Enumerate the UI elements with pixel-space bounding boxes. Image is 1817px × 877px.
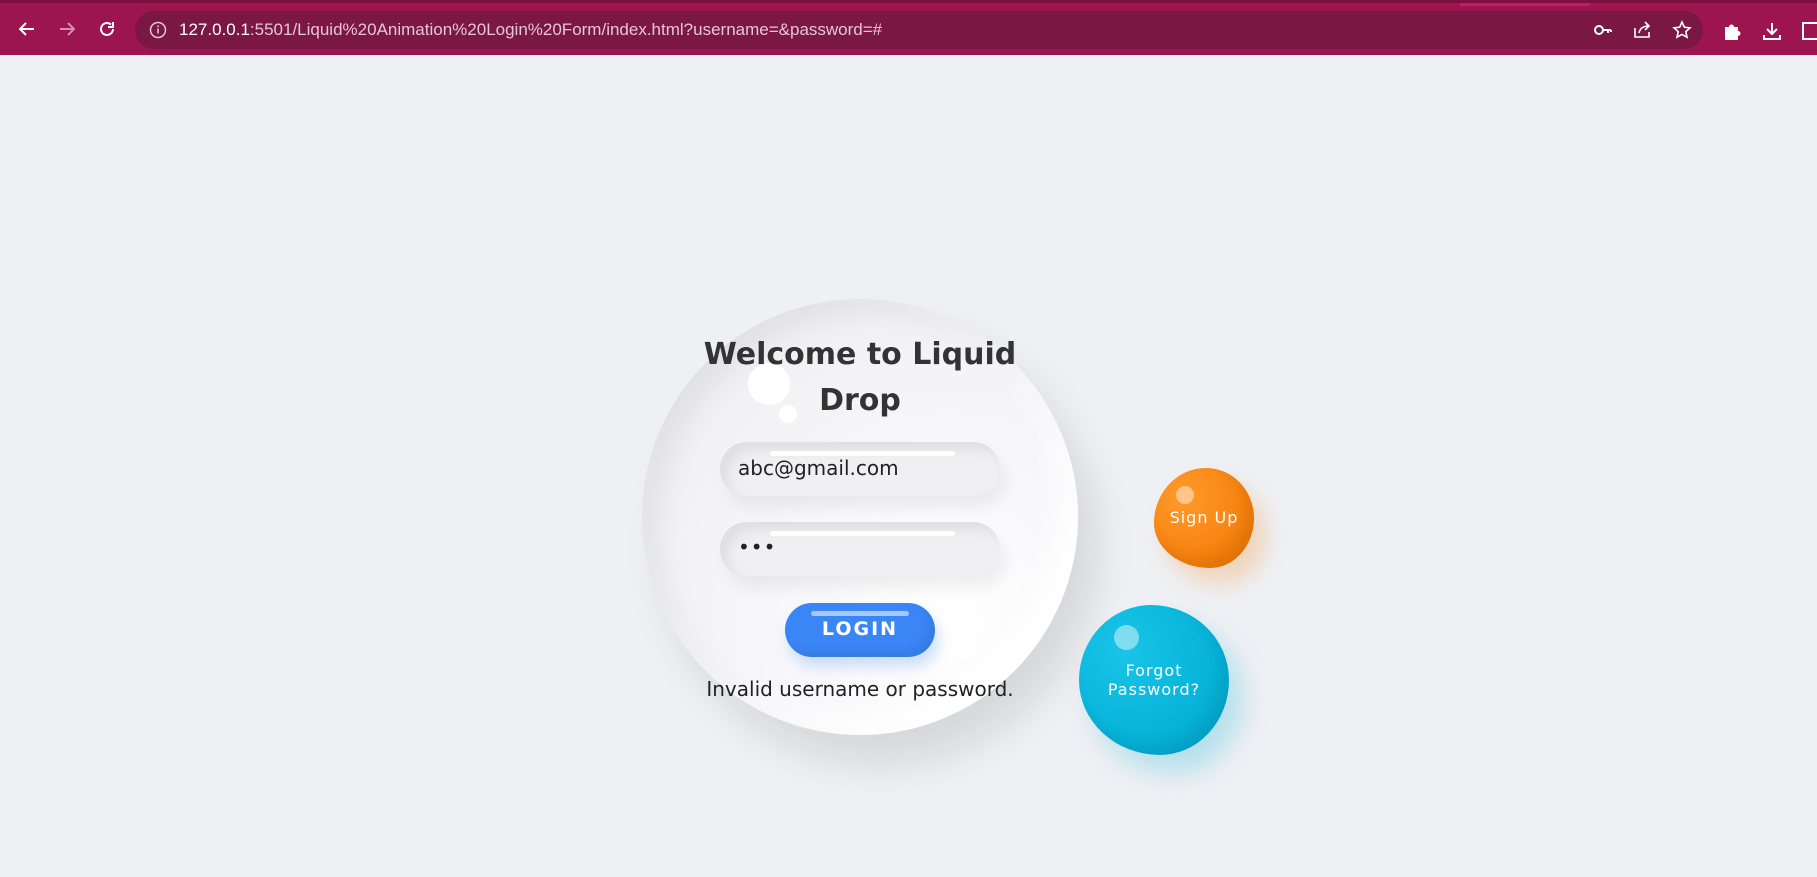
- url-path: :5501/Liquid%20Animation%20Login%20Form/…: [249, 20, 883, 39]
- browser-toolbar: 127.0.0.1:5501/Liquid%20Animation%20Logi…: [0, 0, 1817, 55]
- address-bar[interactable]: 127.0.0.1:5501/Liquid%20Animation%20Logi…: [135, 11, 1703, 49]
- password-field[interactable]: •••: [720, 522, 1000, 576]
- arrow-right-icon: [60, 22, 76, 36]
- arrow-left-icon: [18, 22, 34, 36]
- puzzle-icon[interactable]: [1721, 20, 1743, 42]
- field-highlight: [770, 531, 955, 536]
- page-title: Welcome to Liquid Drop: [703, 337, 1017, 418]
- signup-label: Sign Up: [1169, 508, 1239, 527]
- signup-button[interactable]: Sign Up: [1154, 468, 1254, 568]
- download-icon[interactable]: [1761, 20, 1783, 42]
- info-icon[interactable]: [149, 21, 167, 39]
- url-text[interactable]: 127.0.0.1:5501/Liquid%20Animation%20Logi…: [179, 20, 882, 40]
- forgot-label-line2: Password?: [1107, 680, 1201, 699]
- login-button[interactable]: LOGIN: [785, 603, 935, 657]
- key-icon[interactable]: [1593, 20, 1613, 40]
- blob-highlight: [1114, 625, 1139, 650]
- password-value: •••: [738, 535, 777, 559]
- username-field[interactable]: abc@gmail.com: [720, 442, 1000, 496]
- reload-button[interactable]: [95, 17, 119, 41]
- star-icon[interactable]: [1672, 20, 1692, 40]
- forward-button[interactable]: [55, 17, 79, 41]
- error-message: Invalid username or password.: [706, 677, 1014, 701]
- forgot-label-line1: Forgot: [1125, 661, 1183, 680]
- button-highlight: [811, 611, 909, 616]
- login-button-label: LOGIN: [821, 618, 899, 640]
- url-host: 127.0.0.1: [179, 20, 250, 39]
- window-icon[interactable]: [1800, 20, 1817, 42]
- reload-icon: [100, 21, 114, 36]
- username-value: abc@gmail.com: [738, 456, 899, 480]
- blob-highlight: [1176, 486, 1194, 504]
- forgot-password-button[interactable]: Forgot Password?: [1079, 605, 1229, 755]
- share-icon[interactable]: [1632, 20, 1652, 40]
- back-button[interactable]: [15, 17, 39, 41]
- tab-accent: [1460, 3, 1590, 6]
